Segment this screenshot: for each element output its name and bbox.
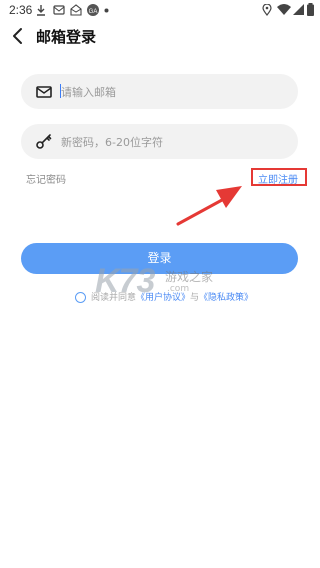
signal-icon xyxy=(293,4,304,15)
user-agreement-link[interactable]: 《用户协议》 xyxy=(136,293,190,303)
agreement-connector: 与 xyxy=(190,293,200,303)
app-notification-icon: GA xyxy=(87,4,99,16)
agreement-prefix: 阅读并同意 xyxy=(91,293,137,303)
email-field[interactable]: 请输入邮箱 xyxy=(21,74,298,109)
watermark-text: 游戏之家 xyxy=(165,270,214,284)
privacy-policy-link[interactable]: 《隐私政策》 xyxy=(199,293,253,303)
header: 邮箱登录 xyxy=(0,20,320,52)
forgot-password-link[interactable]: 忘记密码 xyxy=(26,171,66,186)
location-icon xyxy=(262,4,272,16)
notification-dot-icon xyxy=(104,8,109,13)
annotation-highlight-box xyxy=(251,168,307,186)
agreement-row: 阅读并同意《用户协议》与《隐私政策》 xyxy=(75,290,253,304)
svg-text:GA: GA xyxy=(89,9,98,15)
page-title: 邮箱登录 xyxy=(36,28,97,46)
mail-icon xyxy=(36,86,52,98)
mail-open-icon xyxy=(70,4,82,16)
battery-icon xyxy=(307,3,314,16)
back-arrow-icon[interactable] xyxy=(8,24,28,48)
status-time: 2:36 xyxy=(9,3,33,17)
password-field[interactable]: 新密码，6-20位字符 xyxy=(21,124,298,159)
annotation-arrow-icon xyxy=(176,186,242,226)
status-bar: 2:36 GA xyxy=(0,0,320,20)
download-icon xyxy=(37,5,45,16)
key-icon xyxy=(36,134,52,149)
email-placeholder: 请输入邮箱 xyxy=(61,86,116,99)
email-notification-icon xyxy=(53,5,65,15)
password-placeholder: 新密码，6-20位字符 xyxy=(61,136,163,149)
agreement-radio[interactable] xyxy=(75,292,86,303)
wifi-icon xyxy=(277,4,291,15)
